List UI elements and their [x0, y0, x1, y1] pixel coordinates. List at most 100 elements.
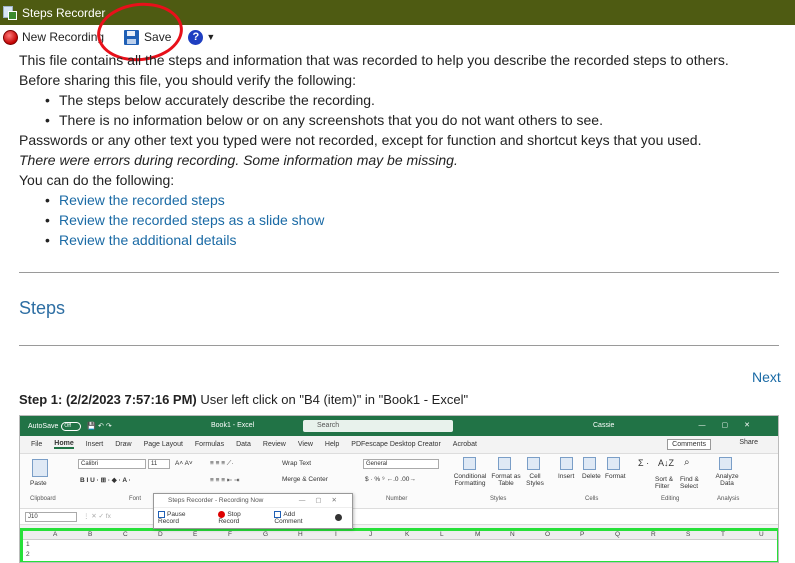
column-header: F — [228, 531, 232, 538]
excel-tab: Insert — [85, 441, 104, 448]
column-header: U — [759, 531, 764, 538]
list-item: The steps below accurately describe the … — [45, 90, 779, 110]
quick-access-icons: 💾 ↶ ↷ — [87, 423, 112, 430]
group-label: Number — [386, 496, 408, 502]
find-select-icon: ⌕ — [684, 457, 690, 468]
review-slideshow-link[interactable]: Review the recorded steps as a slide sho… — [59, 212, 324, 228]
excel-share-button: Share — [739, 439, 758, 446]
steps-recorder-app-icon — [3, 5, 17, 20]
excel-tab: Page Layout — [143, 441, 183, 448]
new-recording-button[interactable]: New Recording — [0, 29, 104, 45]
format-as-table-label: Format as Table — [491, 473, 521, 487]
help-icon: ? — [188, 29, 204, 45]
divider — [19, 345, 779, 346]
excel-tab: Help — [324, 441, 340, 448]
excel-title-bar: AutoSave Off 💾 ↶ ↷ Book1 - Excel Search … — [20, 416, 778, 436]
excel-tab: View — [297, 441, 313, 448]
excel-tab: Draw — [115, 441, 132, 448]
excel-tab-home: Home — [54, 440, 74, 449]
font-format-icons: B I U · ⊞ · ◆ · A · — [80, 477, 131, 484]
next-link[interactable]: Next — [752, 369, 781, 385]
format-as-table-icon — [498, 457, 511, 470]
column-header: Q — [615, 531, 621, 538]
excel-grid: A B C D E F G H I J K L M N O P Q R S T … — [20, 528, 778, 562]
group-label: Cells — [585, 496, 599, 502]
popup-title: Steps Recorder - Recording Now — [168, 497, 264, 504]
group-label: Analysis — [717, 496, 740, 502]
excel-ribbon: Paste Calibri 11 A˄ A˅ B I U · ⊞ · ◆ · A… — [20, 453, 778, 509]
column-header: N — [510, 531, 515, 538]
passwords-note: Passwords or any other text you typed we… — [19, 132, 702, 148]
verify-list: The steps below accurately describe the … — [45, 90, 779, 130]
excel-tab: Formulas — [194, 441, 225, 448]
delete-cells-icon — [583, 457, 596, 470]
excel-formula-bar: J10 ⋮ ✕ ✓ fx — [20, 509, 778, 525]
format-label: Format — [605, 473, 626, 480]
analyze-data-label: Analyze Data — [715, 473, 739, 487]
formula-icons: ⋮ ✕ ✓ fx — [83, 513, 111, 520]
excel-window-controls: —▢✕ — [698, 422, 766, 429]
column-header: G — [263, 531, 269, 538]
cell-styles-icon — [527, 457, 540, 470]
column-header: D — [158, 531, 163, 538]
merge-center-button: Merge & Center — [282, 476, 328, 483]
list-item: Review the additional details — [45, 230, 779, 250]
align-icons-top: ≡ ≡ ≡ ⟋· — [210, 460, 234, 467]
excel-tab: PDFescape Desktop Creator — [351, 441, 441, 448]
list-item: There is no information below or on any … — [45, 110, 779, 130]
number-format-box: General — [363, 459, 439, 469]
row-header: 2 — [26, 551, 30, 558]
window-title: Steps Recorder — [22, 5, 106, 20]
excel-book-title: Book1 - Excel — [211, 422, 255, 429]
steps-heading: Steps — [19, 298, 66, 318]
column-header: M — [475, 531, 481, 538]
column-header: E — [193, 531, 198, 538]
stop-record-button: Stop Record — [218, 510, 264, 525]
column-header: H — [298, 531, 303, 538]
column-header: B — [88, 531, 93, 538]
insert-cells-icon — [560, 457, 573, 470]
list-item: Review the recorded steps — [45, 190, 779, 210]
excel-search-box: Search — [303, 420, 453, 432]
font-name-box: Calibri — [78, 459, 146, 469]
wrap-text-button: Wrap Text — [282, 460, 312, 467]
intro-verify-text: Before sharing this file, you should ver… — [19, 72, 356, 88]
column-header: T — [721, 531, 725, 538]
column-header: S — [686, 531, 691, 538]
step-1-caption: Step 1: (2/2/2023 7:57:16 PM) User left … — [19, 392, 468, 407]
find-select-label: Find & Select — [680, 476, 699, 490]
steps-recorder-popup: Steps Recorder - Recording Now —▢✕ Pause… — [153, 493, 353, 529]
column-header: L — [440, 531, 444, 538]
pause-record-button: Pause Record — [158, 510, 208, 525]
autosum-icon: Σ · — [638, 458, 650, 468]
column-header: O — [545, 531, 551, 538]
number-format-icons: $ · % ⁹ ←.0 .00→ — [365, 476, 416, 483]
cell-styles-label: Cell Styles — [526, 473, 544, 487]
record-icon — [3, 29, 18, 45]
autosave-toggle: Off — [61, 421, 82, 431]
intro-section: This file contains all the steps and inf… — [19, 50, 779, 250]
pause-icon — [158, 510, 165, 518]
analyze-data-icon — [719, 457, 732, 470]
popup-help-button — [335, 514, 342, 522]
sort-filter-label: Sort & Filter — [655, 476, 674, 490]
popup-buttons: Pause Record Stop Record Add Comment — [154, 508, 352, 528]
paste-label: Paste — [30, 480, 47, 487]
review-details-link[interactable]: Review the additional details — [59, 232, 236, 248]
step-screenshot[interactable]: AutoSave Off 💾 ↶ ↷ Book1 - Excel Search … — [19, 415, 779, 563]
font-grow-shrink-icon: A˄ A˅ — [175, 460, 193, 467]
group-label: Styles — [490, 496, 507, 502]
conditional-formatting-icon — [463, 457, 476, 470]
review-steps-link[interactable]: Review the recorded steps — [59, 192, 225, 208]
group-label: Editing — [661, 496, 680, 502]
stop-icon — [218, 510, 226, 518]
excel-comments-button: Comments — [667, 439, 711, 450]
excel-ribbon-tabs: File Home Insert Draw Page Layout Formul… — [20, 436, 778, 453]
divider — [19, 272, 779, 273]
font-size-box: 11 — [148, 459, 170, 469]
align-icons-bottom: ≡ ≡ ≡ ⇤ ⇥ — [210, 477, 240, 484]
column-header-row — [23, 531, 777, 540]
chevron-down-icon: ▼ — [206, 32, 216, 42]
group-label: Font — [129, 496, 142, 502]
add-comment-button: Add Comment — [274, 510, 325, 525]
